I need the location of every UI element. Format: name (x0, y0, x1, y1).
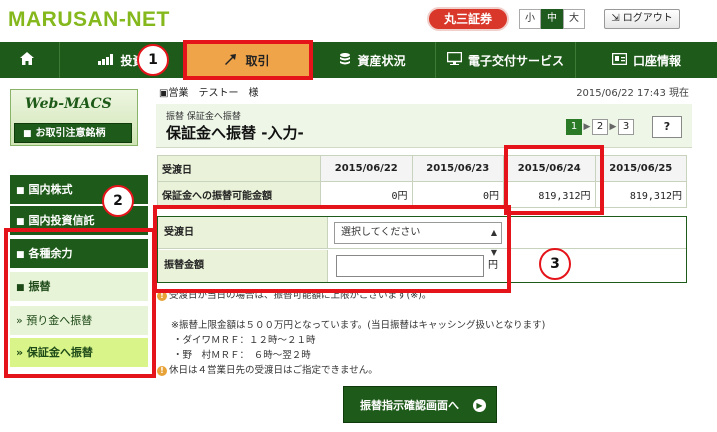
font-size-small-button[interactable]: 小 (519, 9, 541, 29)
font-size-large-button[interactable]: 大 (563, 9, 585, 29)
highlight-trade-tab (183, 40, 313, 80)
note-line: ・野 村ＭＲＦ： ６時～翌２時 (173, 350, 311, 361)
page-header: 振替 保証金へ振替 保証金へ振替 -入力- 1 ▶ 2 ▶ 3 ? (156, 104, 692, 148)
callout-3: 3 (539, 248, 571, 280)
nav-home[interactable] (0, 42, 60, 78)
bullet-icon: ■ (16, 186, 25, 196)
bullet-icon: ■ (23, 129, 32, 139)
monitor-icon (446, 51, 463, 68)
highlight-sidebar-transfer (4, 228, 156, 378)
page-title: 保証金へ振替 -入力- (166, 124, 304, 142)
user-info-line: ▣営業 テストー 様 2015/06/22 17:43 現在 (159, 84, 689, 100)
arrow-right-icon: ▶ (473, 399, 486, 412)
step-3: 3 (618, 119, 634, 135)
info-icon: ! (157, 366, 167, 376)
chart-icon (98, 53, 114, 68)
step-1: 1 (566, 119, 582, 135)
highlight-form (153, 205, 511, 293)
font-size-switcher: 小 中 大 (519, 9, 585, 29)
step-arrow-icon: ▶ (609, 122, 617, 132)
note-line: ! 休日は４営業日先の受渡日はご指定できません。 (157, 363, 378, 378)
caution-stocks-label: お取引注意銘柄 (35, 128, 106, 139)
nav-account-info[interactable]: 口座情報 (576, 42, 717, 78)
nav-assets-label: 資産状況 (357, 53, 406, 68)
brand-badge: 丸三証券 (427, 7, 509, 31)
logout-label: ログアウト (622, 13, 673, 24)
web-macs-title: Web-MACS (25, 96, 112, 112)
confirm-transfer-label: 振替指示確認画面へ (360, 399, 459, 412)
table-row: 保証金への振替可能金額 0円 0円 819,312円 819,312円 (157, 181, 687, 208)
nav-assets[interactable]: 資産状況 (310, 42, 436, 78)
date-column-header: 2015/06/23 (411, 155, 504, 182)
nav-e-delivery-label: 電子交付サービス (467, 53, 564, 68)
logout-button[interactable]: ⇲ ログアウト (604, 9, 680, 29)
step-indicator: 1 ▶ 2 ▶ 3 (566, 119, 634, 135)
id-card-icon (611, 52, 628, 68)
settlement-date-header: 受渡日 (157, 155, 321, 182)
main-nav: 投資 取引 資産状況 電子交付サービス 口座情報 (0, 42, 717, 78)
note-line: ・ダイワＭＲＦ：１２時～２１時 (173, 335, 316, 346)
step-2: 2 (592, 119, 608, 135)
amount-cell: 819,312円 (594, 181, 687, 208)
help-button[interactable]: ? (652, 116, 682, 138)
callout-1: 1 (137, 44, 169, 76)
transferable-amount-label: 保証金への振替可能金額 (157, 181, 321, 208)
transferable-amount-table: 受渡日 2015/06/22 2015/06/23 2015/06/24 201… (157, 155, 687, 208)
date-column-header: 2015/06/22 (320, 155, 413, 182)
highlight-date-column (504, 145, 604, 215)
breadcrumb: 振替 保証金へ振替 (166, 112, 241, 122)
callout-2: 2 (102, 185, 134, 217)
nav-e-delivery[interactable]: 電子交付サービス (436, 42, 576, 78)
bullet-icon: ■ (16, 217, 25, 227)
sidebar-item-label: 国内投資信託 (28, 214, 95, 227)
user-name: ▣営業 テストー 様 (159, 88, 259, 99)
caution-stocks-button[interactable]: ■ お取引注意銘柄 (14, 123, 132, 143)
site-logo[interactable]: MARUSAN-NET (8, 8, 170, 32)
amount-cell: 0円 (411, 181, 504, 208)
confirm-transfer-button[interactable]: 振替指示確認画面へ ▶ (343, 386, 497, 423)
top-bar: MARUSAN-NET 丸三証券 小 中 大 ⇲ ログアウト (0, 0, 717, 38)
coins-icon (339, 52, 351, 68)
date-column-header: 2015/06/25 (594, 155, 687, 182)
font-size-medium-button[interactable]: 中 (541, 9, 563, 29)
amount-cell: 0円 (320, 181, 413, 208)
nav-account-info-label: 口座情報 (632, 53, 681, 68)
note-line: ※振替上限金額は５００万円となっています。(当日振替はキャッシング扱いとなります… (171, 320, 546, 331)
logout-icon: ⇲ (611, 13, 620, 24)
home-icon (19, 52, 34, 68)
timestamp: 2015/06/22 17:43 現在 (576, 88, 689, 99)
step-arrow-icon: ▶ (583, 122, 591, 132)
sidebar-item-label: 国内株式 (28, 183, 73, 196)
table-row: 受渡日 2015/06/22 2015/06/23 2015/06/24 201… (157, 155, 687, 182)
